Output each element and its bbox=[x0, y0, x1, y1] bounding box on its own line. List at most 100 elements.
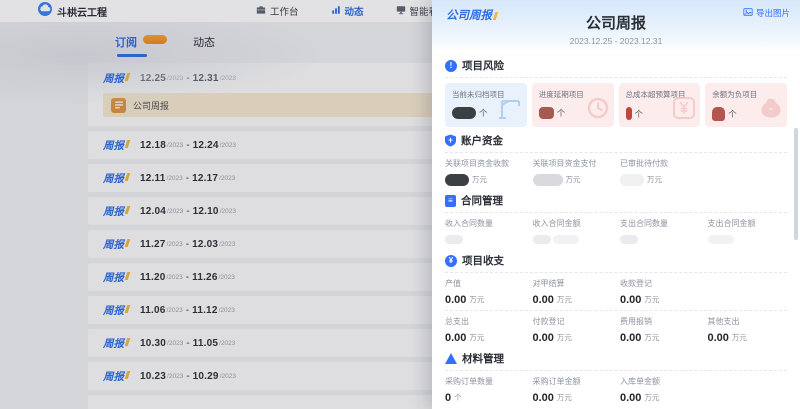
risk-alert-icon: ! bbox=[445, 60, 457, 72]
image-icon bbox=[743, 7, 753, 19]
nav-workbench[interactable]: 工作台 bbox=[256, 4, 299, 18]
date-end: 10.29 bbox=[193, 371, 219, 382]
risk-card-unit: 个 bbox=[479, 107, 488, 119]
redacted-value bbox=[539, 107, 554, 119]
stat-item: 收入合同金额 bbox=[533, 218, 613, 246]
stat-unit: 万元 bbox=[557, 392, 572, 403]
stat-item: 入库单金额 0.00万元 bbox=[620, 376, 700, 404]
contracts-stats: 收入合同数量 收入合同金额 支出合同数量 支出合同金额 bbox=[445, 218, 787, 246]
risk-card-negative-balance: 余额为负项目 个 bbox=[705, 83, 787, 127]
date-start: 12.11 bbox=[140, 173, 165, 184]
stat-unit: 万元 bbox=[469, 294, 484, 305]
date-separator: - bbox=[186, 338, 189, 349]
date-separator: - bbox=[186, 140, 189, 151]
date-start-year: /2023 bbox=[166, 175, 182, 182]
redacted-value bbox=[620, 235, 638, 244]
moneybag-icon bbox=[759, 97, 783, 125]
weekly-badge: 周报 bbox=[103, 138, 128, 153]
nav-activity[interactable]: 动态 bbox=[331, 4, 364, 18]
stat-item: 总支出 0.00万元 bbox=[445, 316, 525, 344]
date-end: 12.24 bbox=[193, 140, 219, 151]
stat-unit: 万元 bbox=[472, 174, 487, 185]
stat-label: 产值 bbox=[445, 278, 525, 289]
stat-label: 收款登记 bbox=[620, 278, 700, 289]
funds-stats: 关联项目资金收款 万元 关联项目资金支付 万元 已审批待付款 万元 bbox=[445, 158, 787, 186]
app-logo-icon bbox=[38, 2, 52, 21]
weekly-report-panel: 公司周报 导出图片 公司周报 2023.12.25 - 2023.12.31 !… bbox=[432, 0, 800, 409]
redacted-value bbox=[533, 174, 563, 186]
date-start-year: /2023 bbox=[166, 241, 182, 248]
redacted-value bbox=[708, 235, 734, 244]
stat-item: 其他支出 0.00万元 bbox=[708, 316, 788, 344]
stat-item: 收款登记 0.00万元 bbox=[620, 278, 700, 306]
redacted-value bbox=[626, 107, 632, 120]
nav-workbench-label: 工作台 bbox=[270, 4, 299, 18]
stat-unit: 个 bbox=[454, 392, 462, 403]
risk-card-unit: 个 bbox=[728, 108, 737, 120]
weekly-badge: 周报 bbox=[103, 171, 128, 186]
stat-item: 对甲结算 0.00万元 bbox=[533, 278, 613, 306]
active-tab-underline bbox=[117, 54, 147, 57]
shield-icon bbox=[445, 134, 456, 147]
stat-value: 0.00 bbox=[445, 332, 466, 344]
risk-card-unarchived: 当前未归档项目 个 bbox=[445, 83, 527, 127]
divider bbox=[445, 77, 787, 78]
date-separator: - bbox=[186, 371, 189, 382]
app-name: 斗栱云工程 bbox=[57, 4, 107, 19]
date-end-year: /2023 bbox=[219, 274, 235, 281]
weekly-badge: 周报 bbox=[103, 204, 128, 219]
contract-doc-icon: ≡ bbox=[445, 195, 456, 207]
date-start: 11.27 bbox=[140, 239, 165, 250]
weekly-badge: 周报 bbox=[103, 336, 128, 351]
app-logo[interactable]: 斗栱云工程 bbox=[38, 2, 107, 21]
date-separator: - bbox=[186, 206, 189, 217]
monitor-icon bbox=[396, 5, 406, 18]
tab-activity[interactable]: 动态 bbox=[193, 34, 215, 57]
weekly-badge: 周报 bbox=[103, 270, 128, 285]
date-start: 12.04 bbox=[140, 206, 166, 217]
materials-icon bbox=[445, 353, 457, 364]
date-start-year: /2023 bbox=[167, 142, 183, 149]
tab-subscribe[interactable]: 订阅 bbox=[115, 34, 167, 57]
date-separator: - bbox=[186, 305, 189, 316]
stat-item: 费用报销 0.00万元 bbox=[620, 316, 700, 344]
date-start: 10.30 bbox=[140, 338, 166, 349]
stat-label: 对甲结算 bbox=[533, 278, 613, 289]
stat-label: 收入合同金额 bbox=[533, 218, 613, 229]
date-start: 10.23 bbox=[140, 371, 166, 382]
stat-label: 支出合同金额 bbox=[708, 218, 788, 229]
budget-stats-row1: 产值 0.00万元 对甲结算 0.00万元 收款登记 0.00万元 bbox=[445, 278, 787, 306]
risk-cards: 当前未归档项目 个 进度延期项目 个 总成本超预算项目 个 bbox=[445, 83, 787, 127]
yuan-icon bbox=[672, 96, 696, 125]
tab-subscribe-label: 订阅 bbox=[115, 37, 137, 49]
risk-card-unit: 个 bbox=[557, 107, 566, 119]
section-risk-header: ! 项目风险 bbox=[445, 58, 787, 73]
tab-subscribe-badge bbox=[143, 35, 167, 44]
section-materials-header: 材料管理 bbox=[445, 351, 787, 366]
section-funds-title: 账户资金 bbox=[461, 133, 503, 148]
export-image-button[interactable]: 导出图片 bbox=[743, 7, 790, 19]
stat-value: 0.00 bbox=[445, 294, 466, 306]
weekly-badge: 周报 bbox=[103, 71, 128, 86]
stat-value: 0.00 bbox=[533, 294, 554, 306]
clock-icon bbox=[586, 96, 610, 125]
stat-item: 已审批待付款 万元 bbox=[620, 158, 700, 186]
section-contracts-header: ≡ 合同管理 bbox=[445, 193, 787, 208]
divider bbox=[445, 212, 787, 213]
stat-value: 0 bbox=[445, 392, 451, 404]
stat-item: 付款登记 0.00万元 bbox=[533, 316, 613, 344]
date-end: 11.05 bbox=[193, 338, 218, 349]
panel-scrollbar[interactable] bbox=[794, 128, 798, 240]
redacted-value bbox=[445, 235, 463, 244]
date-start: 11.20 bbox=[140, 272, 165, 283]
stat-unit: 万元 bbox=[644, 332, 659, 343]
date-start-year: /2023 bbox=[166, 274, 182, 281]
date-end-year: /2023 bbox=[220, 142, 236, 149]
panel-header: 公司周报 导出图片 公司周报 2023.12.25 - 2023.12.31 bbox=[432, 0, 800, 52]
date-separator: - bbox=[186, 272, 189, 283]
stat-unit: 万元 bbox=[469, 332, 484, 343]
stat-item: 关联项目资金收款 万元 bbox=[445, 158, 525, 186]
section-risk-title: 项目风险 bbox=[462, 58, 504, 73]
date-end-year: /2023 bbox=[219, 307, 235, 314]
stat-label: 已审批待付款 bbox=[620, 158, 700, 169]
